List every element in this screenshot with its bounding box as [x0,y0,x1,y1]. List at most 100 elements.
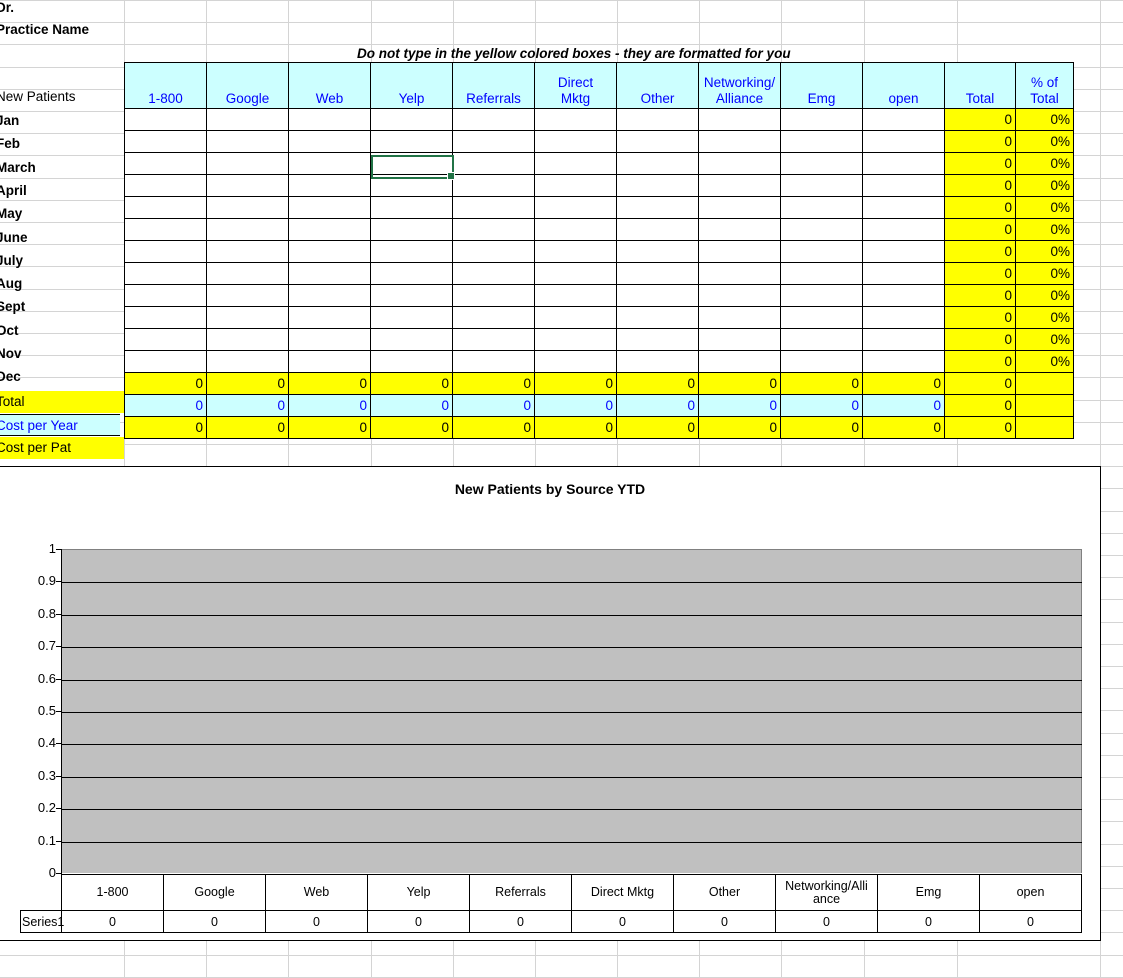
data-cell[interactable] [452,174,535,197]
data-cell[interactable] [288,108,371,131]
data-cell[interactable] [206,108,289,131]
data-cell[interactable] [206,152,289,175]
data-cell[interactable] [862,218,945,241]
data-cell[interactable] [206,328,289,351]
data-cell[interactable] [862,350,945,373]
column-header-google[interactable]: Google [206,62,289,109]
data-cell[interactable] [124,284,207,307]
data-cell[interactable] [452,262,535,285]
data-cell[interactable] [534,262,617,285]
data-cell[interactable] [534,130,617,153]
data-cell[interactable] [862,174,945,197]
data-cell[interactable] [288,306,371,329]
data-cell[interactable] [534,108,617,131]
data-cell[interactable] [124,196,207,219]
data-cell[interactable] [616,350,699,373]
data-cell[interactable] [452,218,535,241]
data-cell[interactable] [780,130,863,153]
data-cell[interactable] [370,196,453,219]
data-cell[interactable] [616,108,699,131]
data-cell[interactable] [862,328,945,351]
data-cell[interactable] [780,196,863,219]
column-header-1-800[interactable]: 1-800 [124,62,207,109]
data-cell[interactable] [452,130,535,153]
data-cell[interactable] [124,328,207,351]
data-cell[interactable] [862,196,945,219]
data-cell[interactable] [616,152,699,175]
table-row[interactable]: 0 0% [124,328,1074,351]
data-cell[interactable] [452,328,535,351]
table-row[interactable]: 0 0% [124,196,1074,219]
new-patients-source-table[interactable]: 1-800 Google Web Yelp Referrals Direct Mktg Oth… [124,62,1074,439]
data-cell[interactable] [452,108,535,131]
data-cell[interactable] [288,130,371,153]
table-row[interactable]: 0 0% [124,152,1074,175]
column-header-other[interactable]: Other [616,62,699,109]
data-cell[interactable] [698,174,781,197]
data-cell[interactable] [124,130,207,153]
data-cell[interactable] [452,196,535,219]
chart-object[interactable]: New Patients by Source YTD 1 0.9 0.8 0.7 0.6… [0,466,1101,941]
data-cell[interactable] [206,350,289,373]
data-cell[interactable] [616,306,699,329]
table-row[interactable]: 0 0% [124,108,1074,131]
table-row[interactable]: 0 0% [124,306,1074,329]
table-body[interactable]: 0 0% 0 0% 0 0% 0 0% 0 0% 0 0% 0 0% 0 0% 0 0% 0 0% 0 0% 0 0% 0 0 0 0… [124,108,1074,439]
data-cell[interactable] [452,306,535,329]
data-cell[interactable] [862,262,945,285]
fill-handle[interactable] [447,172,455,180]
data-cell[interactable] [862,240,945,263]
data-cell[interactable] [780,240,863,263]
data-cell[interactable] [206,174,289,197]
data-cell[interactable] [124,240,207,263]
data-cell[interactable] [370,240,453,263]
column-header-emg[interactable]: Emg [780,62,863,109]
data-cell[interactable] [616,130,699,153]
data-cell[interactable] [698,284,781,307]
data-cell[interactable] [370,284,453,307]
data-cell[interactable] [534,350,617,373]
column-header-direct-mktg[interactable]: Direct Mktg [534,62,617,109]
data-cell[interactable] [206,240,289,263]
data-cell[interactable] [288,218,371,241]
data-cell[interactable] [616,196,699,219]
data-cell[interactable] [452,240,535,263]
data-cell[interactable] [288,240,371,263]
column-header-percent-of-total[interactable]: % of Total [1015,62,1074,109]
column-header-referrals[interactable]: Referrals [452,62,535,109]
data-cell[interactable] [780,108,863,131]
data-cell[interactable] [124,306,207,329]
data-cell[interactable] [288,174,371,197]
data-cell[interactable] [288,262,371,285]
data-cell[interactable] [780,328,863,351]
data-cell[interactable] [206,306,289,329]
data-cell[interactable] [698,240,781,263]
data-cell[interactable] [206,130,289,153]
data-cell[interactable] [370,262,453,285]
data-cell[interactable] [534,284,617,307]
data-cell[interactable] [698,130,781,153]
data-cell[interactable] [206,262,289,285]
data-cell[interactable] [862,306,945,329]
data-cell[interactable] [862,284,945,307]
data-cell[interactable] [534,174,617,197]
column-header-yelp[interactable]: Yelp [370,62,453,109]
data-cell[interactable] [862,152,945,175]
table-row[interactable]: 0 0% [124,262,1074,285]
data-cell[interactable] [616,262,699,285]
data-cell[interactable] [780,262,863,285]
data-cell[interactable] [698,108,781,131]
data-cell[interactable] [370,218,453,241]
data-cell[interactable] [124,108,207,131]
column-header-total[interactable]: Total [944,62,1016,109]
data-cell[interactable] [780,174,863,197]
data-cell[interactable] [288,152,371,175]
data-cell[interactable] [862,108,945,131]
table-row[interactable]: 0 0% [124,284,1074,307]
data-cell[interactable] [206,284,289,307]
data-cell[interactable] [206,218,289,241]
data-cell[interactable] [780,152,863,175]
data-cell[interactable] [780,218,863,241]
data-cell[interactable] [780,306,863,329]
data-cell[interactable] [698,196,781,219]
